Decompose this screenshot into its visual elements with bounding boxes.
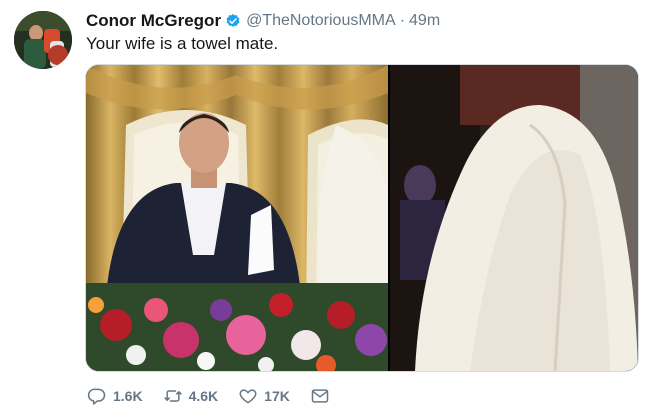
separator-dot: · (399, 12, 406, 29)
like-count: 17K (264, 388, 290, 404)
dm-icon (311, 389, 329, 403)
author-name[interactable]: Conor McGregor (86, 11, 221, 31)
wedding-photo-right[interactable] (390, 65, 638, 371)
dm-button[interactable] (310, 386, 330, 406)
retweet-count: 4.6K (188, 388, 219, 404)
tweet-timestamp[interactable]: 49m (409, 12, 440, 30)
tweet-media[interactable] (85, 64, 639, 372)
retweet-button[interactable]: 4.6K (163, 386, 219, 406)
reply-icon (87, 388, 106, 405)
verified-icon (226, 14, 240, 27)
like-icon (239, 389, 257, 404)
reply-count: 1.6K (113, 388, 143, 404)
wedding-photo-left[interactable] (86, 65, 388, 371)
tweet-header: Conor McGregor @TheNotoriousMMA · 49m (86, 10, 440, 32)
retweet-icon (163, 390, 182, 402)
author-handle[interactable]: @TheNotoriousMMA (246, 12, 396, 30)
avatar[interactable] (14, 11, 72, 69)
tweet-actions: 1.6K 4.6K 17K (87, 384, 350, 408)
tweet-text: Your wife is a towel mate. (86, 34, 279, 53)
avatar-image (14, 11, 72, 69)
like-button[interactable]: 17K (238, 386, 290, 406)
reply-button[interactable]: 1.6K (87, 386, 143, 406)
